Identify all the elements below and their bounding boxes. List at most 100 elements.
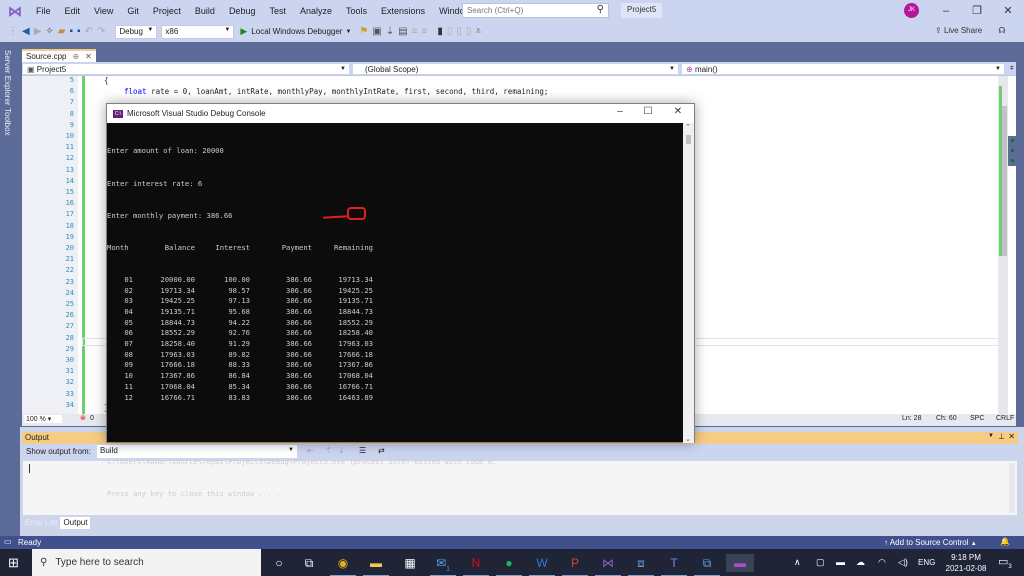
menu-view[interactable]: View xyxy=(87,6,120,16)
search-icon: ⚲ xyxy=(596,4,604,15)
meet-now-icon[interactable]: ▢ xyxy=(816,557,825,568)
cell-month: 04 xyxy=(124,306,133,316)
source-control-button[interactable]: ↑ Add to Source Control ▲ xyxy=(884,538,977,547)
close-button[interactable]: ✕ xyxy=(1000,3,1016,19)
clock[interactable]: 9:18 PM 2021-02-08 xyxy=(940,552,992,574)
prev-bookmark-icon[interactable]: ▯ xyxy=(447,26,453,37)
project-dropdown[interactable]: ▣ Project5 ▼ xyxy=(22,63,350,75)
console-minimize-button[interactable]: – xyxy=(612,106,628,117)
console-title-bar[interactable]: C:\ Microsoft Visual Studio Debug Consol… xyxy=(107,104,694,123)
debug-console-window[interactable]: C:\ Microsoft Visual Studio Debug Consol… xyxy=(106,103,695,498)
menu-git[interactable]: Git xyxy=(120,6,146,16)
word-icon[interactable]: W xyxy=(529,554,555,576)
pin-icon[interactable]: ⊥ xyxy=(998,432,1005,441)
forward-icon[interactable]: ▶ xyxy=(34,26,42,37)
browse-icon[interactable]: ▣ xyxy=(372,26,381,37)
microsoft-store-icon[interactable]: ▦ xyxy=(401,554,419,572)
hot-reload-icon[interactable]: ⚑ xyxy=(359,26,368,37)
notification-bell-icon[interactable]: 🔔 xyxy=(1000,537,1010,546)
server-explorer-tab[interactable]: Server Explorer xyxy=(3,50,12,106)
menu-file[interactable]: File xyxy=(29,6,58,16)
menu-analyze[interactable]: Analyze xyxy=(293,6,339,16)
action-center-icon[interactable]: ▭3 xyxy=(998,555,1012,570)
vpn-icon[interactable]: ⧈ xyxy=(628,554,654,576)
avatar[interactable]: JK xyxy=(904,3,919,18)
menu-tools[interactable]: Tools xyxy=(339,6,374,16)
open-folder-icon[interactable]: ▰ xyxy=(58,26,66,37)
platform-select[interactable]: x86 ▼ xyxy=(161,24,235,39)
new-item-icon[interactable]: ✧ xyxy=(45,26,53,37)
solution-explorer-icon[interactable]: ▤ xyxy=(398,26,407,37)
redo-icon[interactable]: ↷ xyxy=(97,26,105,37)
menu-test[interactable]: Test xyxy=(262,6,293,16)
pin-icon[interactable]: ⊕ xyxy=(72,52,79,61)
chrome-icon[interactable]: ◉ xyxy=(330,554,356,576)
language-indicator[interactable]: ENG xyxy=(918,558,935,567)
tab-output[interactable]: Output xyxy=(60,517,91,529)
visual-studio-icon[interactable]: ⋈ xyxy=(595,554,621,576)
back-icon[interactable]: ◀ xyxy=(22,26,30,37)
search-input[interactable]: Search (Ctrl+Q) ⚲ xyxy=(462,3,609,18)
minimize-button[interactable]: – xyxy=(938,3,954,19)
uncomment-icon[interactable]: ≡ xyxy=(422,26,428,37)
network-app-icon[interactable]: ⧉ xyxy=(694,554,720,576)
comment-icon[interactable]: ≡ xyxy=(412,26,418,37)
zoom-select[interactable]: 100 % ▾ xyxy=(24,415,62,423)
scope-dropdown[interactable]: (Global Scope) ▼ xyxy=(352,63,679,75)
configuration-select[interactable]: Debug ▼ xyxy=(115,24,158,39)
spotify-icon[interactable]: ● xyxy=(496,554,522,576)
console-scroll-thumb[interactable] xyxy=(686,135,691,144)
feedback-icon[interactable]: ☊ xyxy=(998,26,1005,35)
save-icon[interactable]: ▪ xyxy=(70,26,74,37)
onedrive-icon[interactable]: ☁ xyxy=(856,557,865,568)
output-scrollbar[interactable] xyxy=(1009,463,1015,513)
toolbar-overflow-icon[interactable]: ⩡ xyxy=(475,26,481,37)
live-share-button[interactable]: ⇪ Live Share ☊ xyxy=(935,26,1006,35)
close-tab-icon[interactable]: ✕ xyxy=(85,52,92,61)
restore-button[interactable]: ❐ xyxy=(969,3,985,19)
split-editor-icon[interactable]: ⧧ xyxy=(1010,63,1014,73)
battery-icon[interactable]: ▬ xyxy=(836,557,845,567)
volume-icon[interactable]: ◁) xyxy=(898,557,908,568)
console-close-button[interactable]: ✕ xyxy=(670,106,686,117)
scroll-thumb[interactable] xyxy=(1002,106,1007,256)
teams-icon[interactable]: T xyxy=(661,554,687,576)
undo-icon[interactable]: ↶ xyxy=(85,26,93,37)
save-all-icon[interactable]: ▪ xyxy=(77,26,81,37)
clear-bookmarks-icon[interactable]: ▯ xyxy=(466,26,472,37)
console-scrollbar[interactable]: ⌃ ⌄ xyxy=(683,123,694,443)
step-icon[interactable]: ⇣ xyxy=(386,26,394,37)
tab-error-list[interactable]: Error List xyxy=(22,517,60,529)
windows-start-icon[interactable]: ⊞ xyxy=(8,555,19,571)
toolbox-tab[interactable]: Toolbox xyxy=(3,108,12,136)
task-view-icon[interactable]: ⧉ xyxy=(300,554,318,572)
next-bookmark-icon[interactable]: ▯ xyxy=(456,26,462,37)
chevron-down-icon[interactable]: ▼ xyxy=(988,433,994,439)
tab-source-cpp[interactable]: Source.cpp ⊕ ✕ xyxy=(22,49,96,62)
mail-icon[interactable]: ✉1 xyxy=(430,554,456,576)
start-debugger-button[interactable]: ▶ Local Windows Debugger ▼ xyxy=(240,26,351,37)
scroll-up-arrow-icon[interactable]: ⌃ xyxy=(685,123,691,131)
line-ending-indicator[interactable]: CRLF xyxy=(996,415,1014,422)
netflix-icon[interactable]: N xyxy=(463,554,489,576)
error-count[interactable]: 0 xyxy=(90,415,94,422)
whitespace-indicator[interactable]: SPC xyxy=(970,415,984,422)
member-dropdown[interactable]: ⊕ main() ▼ xyxy=(681,63,1005,75)
close-icon[interactable]: ✕ xyxy=(1008,432,1015,441)
file-explorer-icon[interactable]: ▬ xyxy=(363,554,389,576)
menu-build[interactable]: Build xyxy=(188,6,222,16)
taskbar-search-box[interactable]: ⚲ Type here to search xyxy=(32,549,261,576)
menu-debug[interactable]: Debug xyxy=(222,6,263,16)
scroll-down-arrow-icon[interactable]: ⌄ xyxy=(685,435,691,443)
powerpoint-icon[interactable]: P xyxy=(562,554,588,576)
wifi-icon[interactable]: ◠ xyxy=(878,557,886,568)
menu-edit[interactable]: Edit xyxy=(58,6,88,16)
bookmark-icon[interactable]: ▮ xyxy=(437,26,443,37)
cortana-icon[interactable]: ○ xyxy=(270,554,288,572)
menu-project[interactable]: Project xyxy=(146,6,188,16)
editor-vertical-scrollbar[interactable] xyxy=(998,76,1008,414)
show-hidden-icons[interactable]: ∧ xyxy=(794,557,801,568)
menu-extensions[interactable]: Extensions xyxy=(374,6,432,16)
console-maximize-button[interactable]: ☐ xyxy=(640,106,656,117)
debug-console-taskbar-icon[interactable]: ▬ xyxy=(726,554,754,572)
